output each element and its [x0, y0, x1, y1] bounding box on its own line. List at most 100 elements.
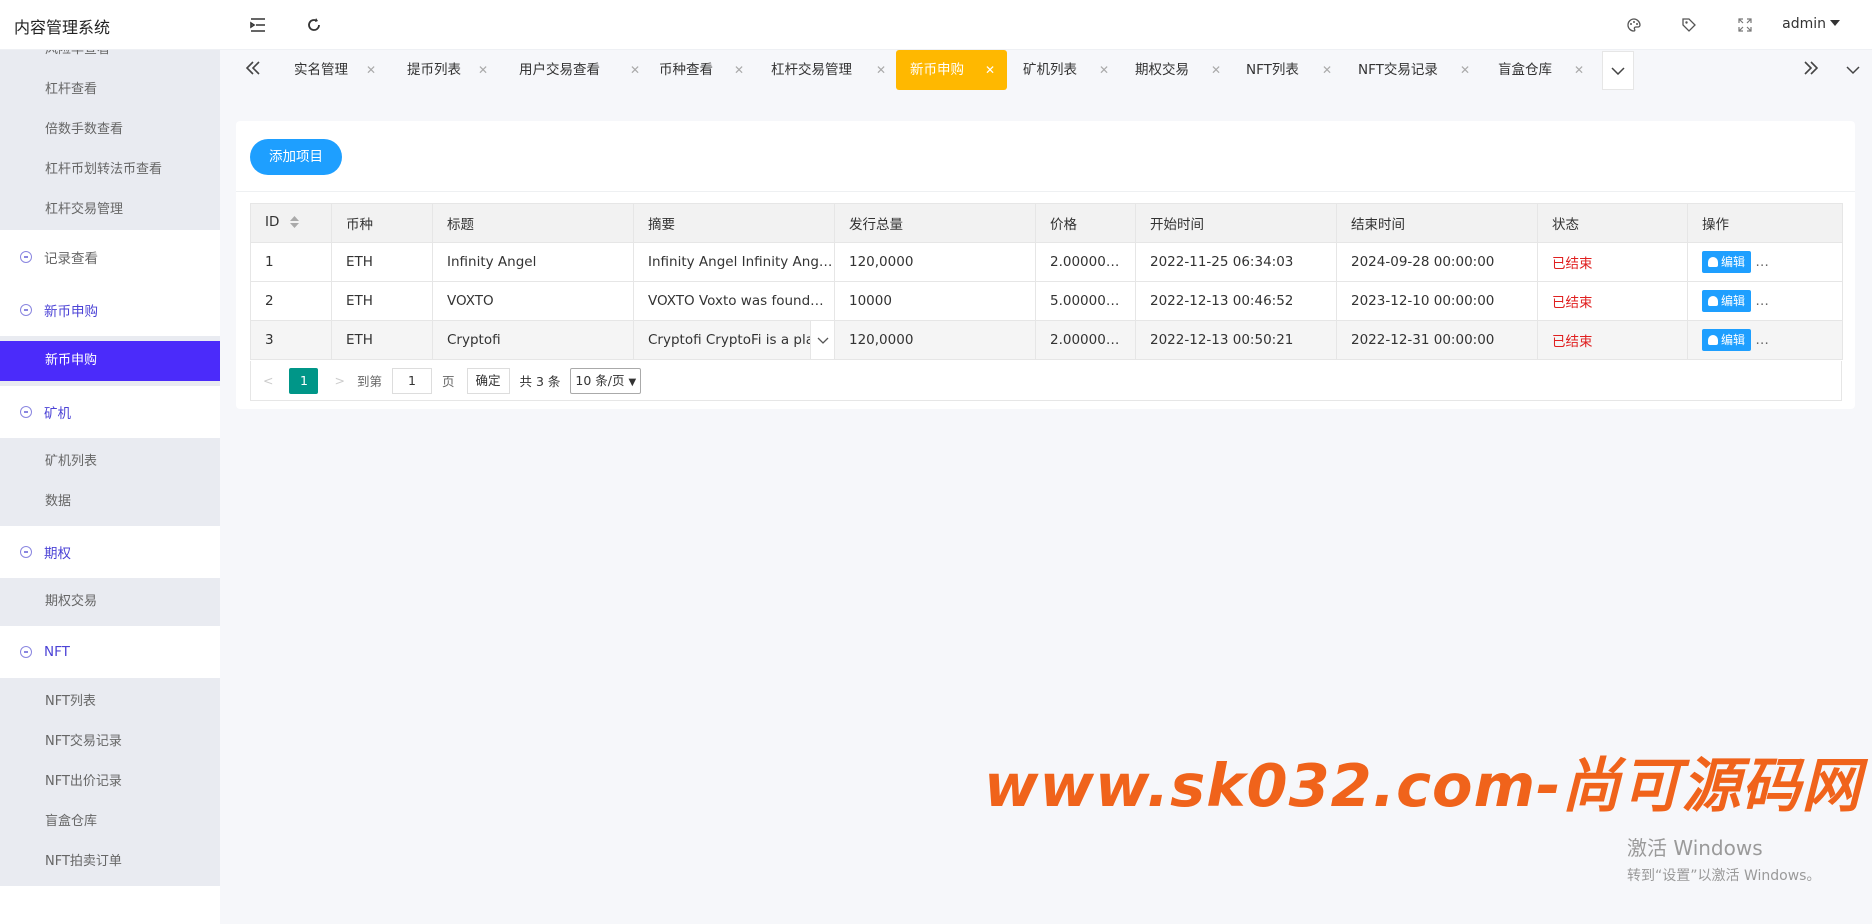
- close-icon[interactable]: ✕: [1099, 50, 1109, 90]
- sidebar-group-new-coin[interactable]: 新币申购: [0, 284, 220, 336]
- windows-activation-notice: 激活 Windows 转到“设置”以激活 Windows。: [1627, 832, 1820, 885]
- sidebar-item-options-trade[interactable]: 期权交易: [0, 582, 220, 622]
- sidebar-item-leverage-trade[interactable]: 杠杆交易管理: [0, 190, 220, 230]
- sidebar: 风险率查看 杠杆查看 倍数手数查看 杠杆币划转法币查看 杠杆交易管理 记录查看 …: [0, 50, 220, 924]
- close-icon[interactable]: ✕: [1322, 50, 1332, 90]
- tag-icon[interactable]: [1678, 14, 1700, 36]
- tab-blindbox[interactable]: 盲盒仓库 ✕: [1498, 50, 1584, 90]
- table-row: 3 ETH Cryptofi Cryptofi CryptoFi is a pl…: [250, 320, 1843, 360]
- close-icon[interactable]: ✕: [630, 50, 640, 90]
- close-icon[interactable]: ✕: [366, 50, 376, 90]
- cell-coin: ETH: [331, 320, 433, 360]
- tab-label: 期权交易: [1135, 62, 1189, 78]
- sidebar-item-data[interactable]: 数据: [0, 482, 220, 522]
- tabs-dropdown-button[interactable]: [1602, 51, 1634, 90]
- tabs-scroll-right-icon[interactable]: [1804, 60, 1819, 80]
- cell-summary: VOXTO Voxto was found…: [633, 281, 835, 321]
- table-row: 2 ETH VOXTO VOXTO Voxto was found… 10000…: [250, 281, 1843, 321]
- sidebar-item-nft-auction[interactable]: NFT拍卖订单: [0, 842, 220, 882]
- cell-status: 已结束: [1537, 281, 1688, 321]
- fullscreen-icon[interactable]: [1734, 14, 1756, 36]
- column-header-summary: 摘要: [633, 203, 835, 243]
- chevron-down-icon: [817, 337, 828, 344]
- table-row: 1 ETH Infinity Angel Infinity Angel Infi…: [250, 242, 1843, 282]
- edit-button[interactable]: 编辑: [1702, 251, 1752, 273]
- palette-icon[interactable]: [1623, 14, 1645, 36]
- goto-page-input[interactable]: 1: [391, 367, 432, 394]
- expand-cell-button[interactable]: [810, 321, 834, 359]
- close-icon[interactable]: ✕: [985, 50, 995, 90]
- close-icon[interactable]: ✕: [478, 50, 488, 90]
- tabs-menu-icon[interactable]: [1846, 64, 1860, 79]
- sort-icon[interactable]: [289, 216, 299, 232]
- tab-label: 实名管理: [294, 62, 348, 78]
- tab-label: 用户交易查看: [519, 62, 600, 78]
- user-icon: [1708, 335, 1718, 345]
- sidebar-item-risk-rate[interactable]: 风险率查看: [0, 50, 220, 70]
- menu-fold-icon[interactable]: [247, 14, 269, 36]
- sidebar-group-options[interactable]: 期权: [0, 526, 220, 578]
- more-actions[interactable]: …: [1755, 293, 1769, 309]
- cell-title: VOXTO: [432, 281, 634, 321]
- sidebar-item-nft-bids[interactable]: NFT出价记录: [0, 762, 220, 802]
- page-size-select[interactable]: 10 条/页 ▼: [570, 367, 642, 394]
- refresh-icon[interactable]: [303, 14, 325, 36]
- sidebar-item-leverage[interactable]: 杠杆查看: [0, 70, 220, 110]
- tab-new-coin[interactable]: 新币申购 ✕: [896, 50, 1007, 90]
- tab-label: 提币列表: [407, 62, 461, 78]
- page-size-value: 10 条/页: [575, 372, 625, 388]
- cell-start: 2022-11-25 06:34:03: [1135, 242, 1337, 282]
- tab-label: 新币申购: [910, 62, 964, 78]
- sidebar-item-nft-trades[interactable]: NFT交易记录: [0, 722, 220, 762]
- sidebar-item-nft-list[interactable]: NFT列表: [0, 682, 220, 722]
- prev-page-icon[interactable]: <: [263, 373, 273, 388]
- column-header-id[interactable]: ID: [250, 203, 332, 243]
- close-icon[interactable]: ✕: [734, 50, 744, 90]
- sidebar-group-miner[interactable]: 矿机: [0, 386, 220, 438]
- sidebar-item-blindbox[interactable]: 盲盒仓库: [0, 802, 220, 842]
- tab-miner-list[interactable]: 矿机列表 ✕: [1023, 50, 1127, 90]
- sidebar-group-nft[interactable]: NFT: [0, 626, 220, 678]
- add-project-button[interactable]: 添加项目: [250, 139, 342, 175]
- sidebar-item-leverage-transfer[interactable]: 杠杆币划转法币查看: [0, 150, 220, 190]
- sidebar-item-miner-list[interactable]: 矿机列表: [0, 442, 220, 482]
- cell-id: 3: [250, 320, 332, 360]
- edit-button[interactable]: 编辑: [1702, 290, 1752, 312]
- menu-circle-icon: [20, 646, 32, 658]
- tab-realname[interactable]: 实名管理 ✕: [294, 50, 398, 90]
- close-icon[interactable]: ✕: [876, 50, 886, 90]
- divider: [236, 191, 1855, 192]
- tab-options-trade[interactable]: 期权交易 ✕: [1135, 50, 1239, 90]
- column-header-end: 结束时间: [1336, 203, 1538, 243]
- next-page-icon[interactable]: >: [334, 373, 344, 388]
- goto-confirm-button[interactable]: 确定: [466, 367, 510, 394]
- menu-circle-icon: [20, 406, 32, 418]
- user-menu[interactable]: admin: [1782, 16, 1840, 32]
- sidebar-group-records[interactable]: 记录查看: [0, 230, 220, 284]
- close-icon[interactable]: ✕: [1211, 50, 1221, 90]
- more-actions[interactable]: …: [1755, 332, 1769, 348]
- close-icon[interactable]: ✕: [1574, 50, 1584, 90]
- tab-label: 杠杆交易管理: [771, 62, 852, 78]
- cell-title: Cryptofi: [432, 320, 634, 360]
- tab-nft-trades[interactable]: NFT交易记录 ✕: [1358, 50, 1482, 90]
- cell-title: Infinity Angel: [432, 242, 634, 282]
- tab-nft-list[interactable]: NFT列表 ✕: [1246, 50, 1350, 90]
- tab-withdraw-list[interactable]: 提币列表 ✕: [407, 50, 511, 90]
- cell-end: 2023-12-10 00:00:00: [1336, 281, 1538, 321]
- sidebar-item-multiplier[interactable]: 倍数手数查看: [0, 110, 220, 150]
- page-number-current[interactable]: 1: [289, 367, 319, 394]
- cell-id: 1: [250, 242, 332, 282]
- more-actions[interactable]: …: [1755, 254, 1769, 270]
- edit-button[interactable]: 编辑: [1702, 329, 1752, 351]
- sidebar-item-new-coin[interactable]: 新币申购: [0, 341, 220, 381]
- cell-total: 120,0000: [834, 320, 1036, 360]
- tab-coins[interactable]: 币种查看 ✕: [659, 50, 763, 90]
- tabs-scroll-left-icon[interactable]: [245, 60, 260, 80]
- cell-start: 2022-12-13 00:46:52: [1135, 281, 1337, 321]
- app-title: 内容管理系统: [14, 18, 111, 37]
- tab-user-trades[interactable]: 用户交易查看 ✕: [519, 50, 649, 90]
- edit-label: 编辑: [1721, 333, 1746, 347]
- tab-leverage-trade[interactable]: 杠杆交易管理 ✕: [771, 50, 891, 90]
- close-icon[interactable]: ✕: [1460, 50, 1470, 90]
